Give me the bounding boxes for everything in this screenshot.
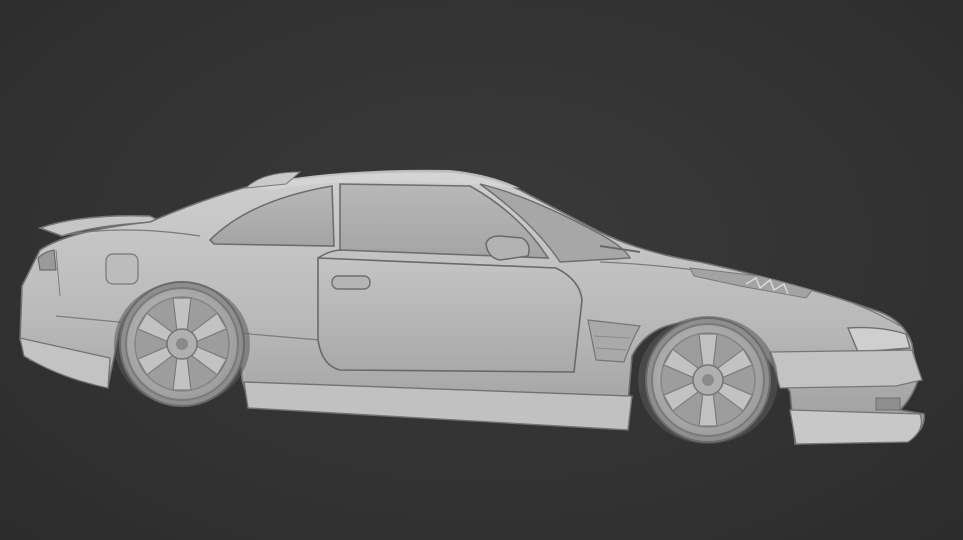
fuel-door bbox=[105, 253, 139, 285]
rear-wheel bbox=[119, 281, 245, 407]
side-mirror bbox=[485, 235, 530, 261]
front-bumper bbox=[769, 349, 923, 389]
front-lip bbox=[789, 409, 923, 445]
car-model[interactable] bbox=[0, 0, 963, 540]
door-handle bbox=[331, 275, 371, 290]
door-panel bbox=[317, 257, 583, 373]
front-wheel bbox=[645, 317, 771, 443]
3d-viewport[interactable] bbox=[0, 0, 963, 540]
